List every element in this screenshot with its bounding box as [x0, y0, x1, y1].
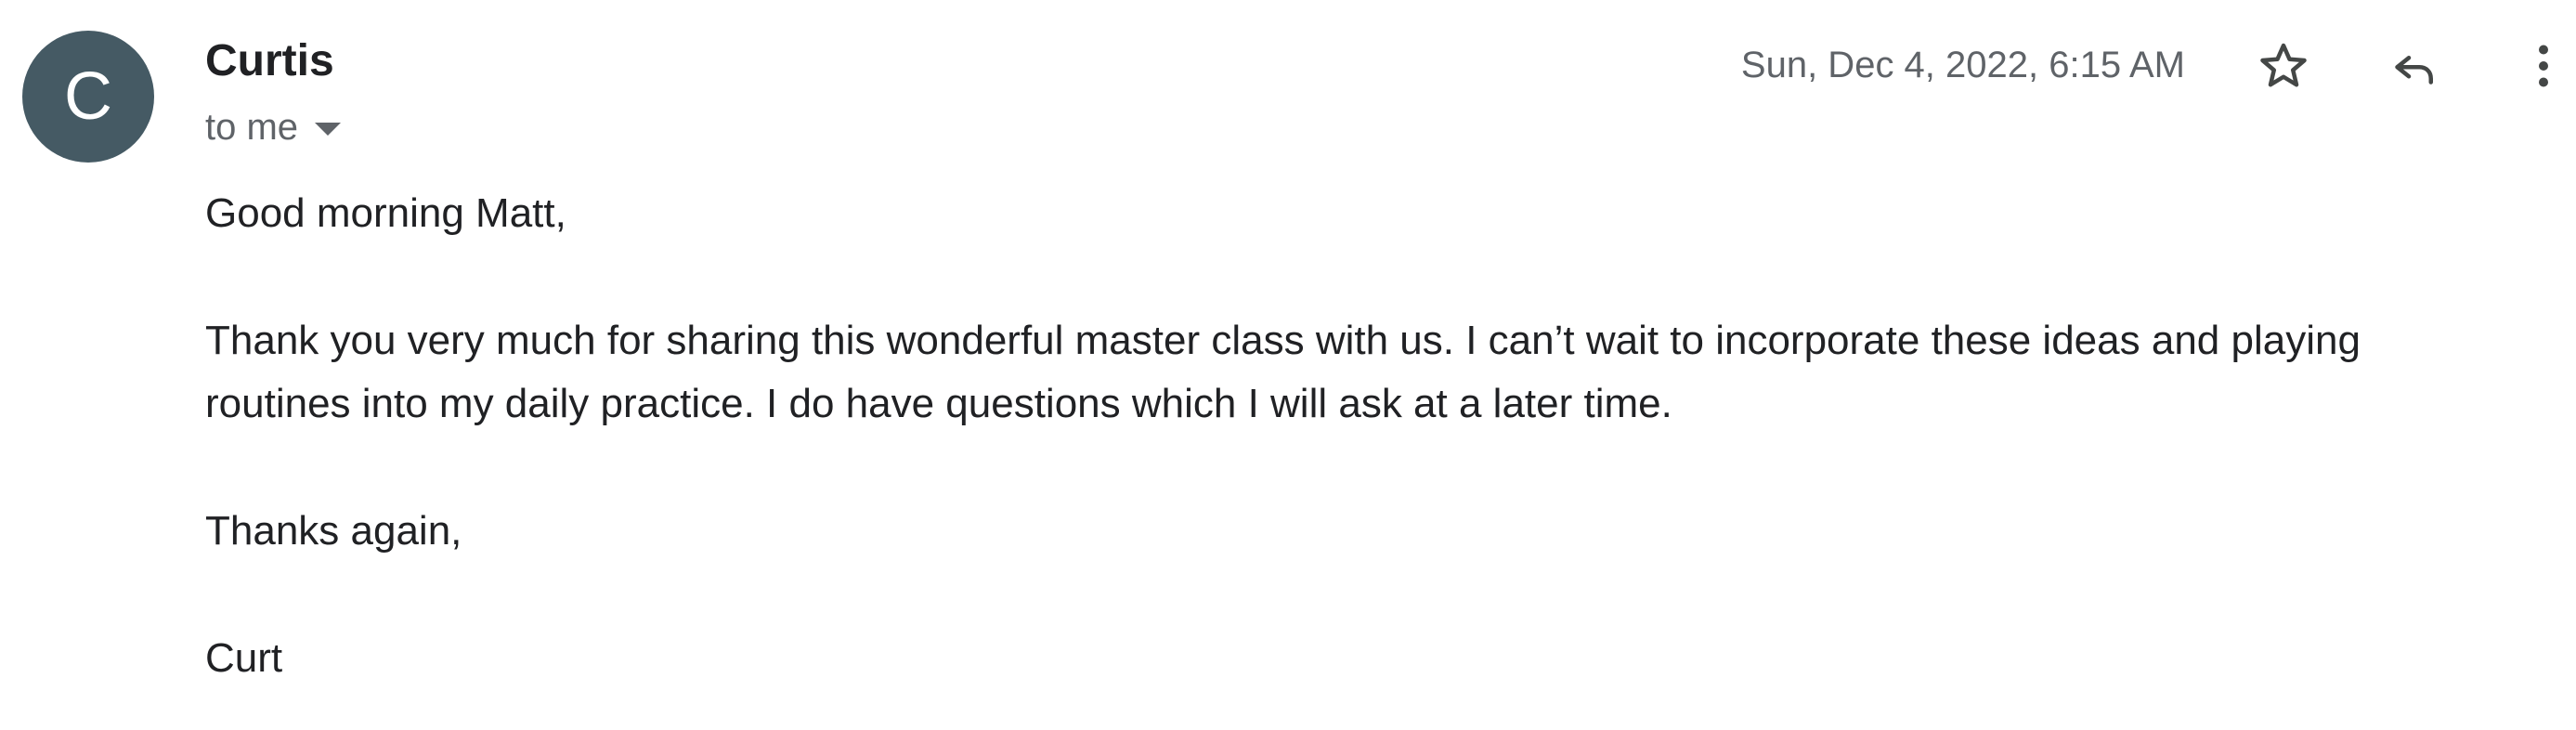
email-greeting: Good morning Matt,	[205, 190, 566, 236]
recipients-toggle[interactable]: to me	[205, 105, 342, 150]
email-body: Good morning Matt, Thank you very much f…	[205, 182, 2471, 690]
email-closing: Thanks again,	[205, 508, 462, 554]
more-options-button[interactable]	[2511, 33, 2576, 98]
caret-down-icon[interactable]	[315, 123, 342, 136]
email-paragraph: Thank you very much for sharing this won…	[205, 318, 2361, 426]
star-outline-icon	[2260, 43, 2307, 87]
reply-icon	[2395, 56, 2433, 85]
reply-button[interactable]	[2381, 33, 2446, 98]
star-button[interactable]	[2251, 33, 2316, 98]
recipients-label: to me	[205, 107, 299, 148]
avatar-letter: C	[64, 59, 112, 134]
more-vert-icon	[2539, 45, 2548, 87]
sender-name[interactable]: Curtis	[205, 35, 334, 87]
sender-avatar[interactable]: C	[22, 31, 154, 163]
email-signature: Curt	[205, 635, 283, 681]
email-timestamp: Sun, Dec 4, 2022, 6:15 AM	[1740, 45, 2185, 85]
